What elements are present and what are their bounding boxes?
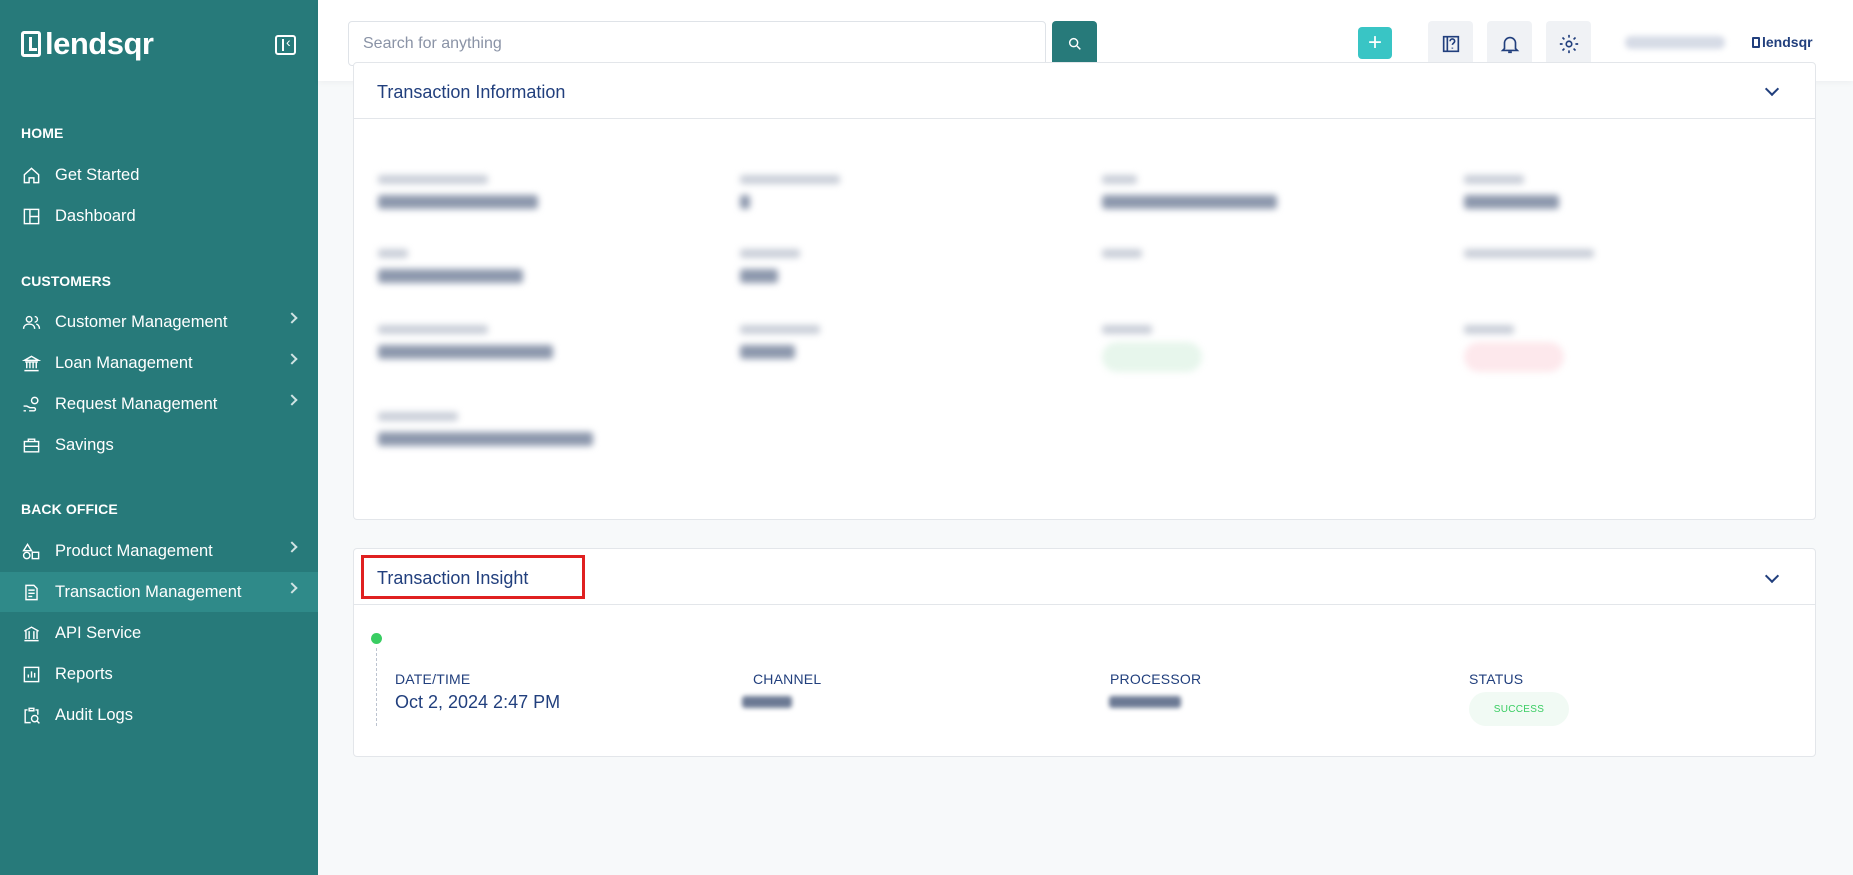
- sidebar: lendsqr HOME Get Started Dashboard CUSTO…: [0, 0, 318, 875]
- home-icon: [21, 165, 41, 185]
- chevron-right-icon: [286, 312, 298, 324]
- section-home: HOME: [21, 125, 64, 141]
- redacted-field: [740, 249, 820, 283]
- chevron-right-icon: [286, 394, 298, 406]
- sidebar-item-label: Loan Management: [55, 353, 193, 372]
- card-title: Transaction Information: [377, 82, 566, 102]
- dashboard-icon: [21, 206, 41, 226]
- request-icon: [21, 394, 41, 414]
- redacted-field: [378, 412, 598, 446]
- sidebar-item-label: Transaction Management: [55, 582, 242, 601]
- redacted-field: [740, 175, 860, 209]
- redacted-field: [378, 175, 543, 209]
- briefcase-icon: [21, 435, 41, 455]
- sidebar-item-label: Dashboard: [55, 206, 136, 225]
- logo-icon: [1752, 36, 1760, 48]
- insight-label-channel: CHANNEL: [753, 671, 822, 687]
- transaction-information-header[interactable]: Transaction Information: [354, 63, 1815, 119]
- status-badge: SUCCESS: [1469, 692, 1569, 726]
- gear-icon: [1559, 34, 1578, 53]
- redacted-field: [378, 325, 558, 359]
- redacted-field: [740, 325, 840, 359]
- redacted-field: [378, 249, 528, 283]
- section-customers: CUSTOMERS: [21, 273, 112, 289]
- collapse-sidebar-icon[interactable]: [275, 34, 296, 55]
- sidebar-item-label: Product Management: [55, 541, 213, 560]
- insight-label-processor: PROCESSOR: [1110, 671, 1202, 687]
- sidebar-item-loan-management[interactable]: Loan Management: [0, 343, 318, 383]
- sidebar-item-dashboard[interactable]: Dashboard: [0, 196, 318, 236]
- search-input[interactable]: [348, 21, 1046, 66]
- sidebar-item-savings[interactable]: Savings: [0, 425, 318, 465]
- notifications-button[interactable]: [1487, 21, 1532, 66]
- bank-icon: [21, 623, 41, 643]
- sidebar-item-label: Reports: [55, 664, 113, 683]
- help-button[interactable]: [1428, 21, 1473, 66]
- sidebar-item-label: Audit Logs: [55, 705, 133, 724]
- sidebar-item-label: Customer Management: [55, 312, 228, 331]
- shapes-icon: [21, 541, 41, 561]
- chart-icon: [21, 664, 41, 684]
- chevron-right-icon: [286, 353, 298, 365]
- sidebar-item-label: API Service: [55, 623, 142, 642]
- sidebar-item-product-management[interactable]: Product Management: [0, 531, 318, 571]
- search-button[interactable]: [1052, 21, 1097, 66]
- search-icon: [1068, 37, 1081, 50]
- redacted-field: [1102, 325, 1212, 372]
- highlight-box: [361, 555, 585, 599]
- sidebar-item-reports[interactable]: Reports: [0, 654, 318, 694]
- help-icon: [1442, 35, 1459, 52]
- chevron-right-icon: [286, 541, 298, 553]
- sidebar-item-label: Request Management: [55, 394, 218, 413]
- redacted-field: [1464, 325, 1574, 372]
- redacted-field: [1102, 249, 1152, 258]
- redacted-field: [1464, 249, 1604, 258]
- sidebar-item-get-started[interactable]: Get Started: [0, 155, 318, 195]
- chevron-down-icon[interactable]: [1764, 568, 1780, 584]
- bell-icon: [1500, 36, 1519, 53]
- insight-label-datetime: DATE/TIME: [395, 671, 471, 687]
- sidebar-item-transaction-management[interactable]: Transaction Management: [0, 572, 318, 612]
- audit-icon: [21, 705, 41, 725]
- redacted-field: [1102, 175, 1282, 209]
- add-button[interactable]: +: [1358, 27, 1392, 59]
- chevron-down-icon[interactable]: [1764, 81, 1780, 97]
- redacted-field: [1464, 175, 1584, 209]
- users-icon: [21, 312, 41, 332]
- loan-icon: [21, 353, 41, 373]
- insight-value-channel-redacted: [742, 696, 792, 708]
- transaction-icon: [21, 582, 41, 602]
- sidebar-item-audit-logs[interactable]: Audit Logs: [0, 695, 318, 735]
- sidebar-item-customer-management[interactable]: Customer Management: [0, 302, 318, 342]
- insight-value-datetime: Oct 2, 2024 2:47 PM: [395, 692, 561, 712]
- section-back-office: BACK OFFICE: [21, 501, 118, 517]
- sidebar-item-label: Savings: [55, 435, 114, 454]
- organization-logo: lendsqr: [1752, 34, 1813, 50]
- user-name-redacted[interactable]: [1625, 36, 1725, 49]
- brand-name: lendsqr: [45, 26, 154, 61]
- settings-button[interactable]: [1546, 21, 1591, 66]
- insight-value-processor-redacted: [1109, 696, 1181, 708]
- organization-logo-text: lendsqr: [1762, 34, 1813, 50]
- chevron-right-icon: [286, 582, 298, 594]
- timeline-dot: [371, 633, 382, 644]
- transaction-information-card: Transaction Information: [353, 62, 1816, 520]
- timeline-line: [376, 648, 377, 726]
- brand-logo[interactable]: lendsqr: [21, 26, 154, 62]
- sidebar-item-request-management[interactable]: Request Management: [0, 384, 318, 424]
- sidebar-item-api-service[interactable]: API Service: [0, 613, 318, 653]
- logo-icon: [21, 31, 41, 57]
- insight-label-status: STATUS: [1469, 671, 1524, 687]
- sidebar-item-label: Get Started: [55, 165, 140, 184]
